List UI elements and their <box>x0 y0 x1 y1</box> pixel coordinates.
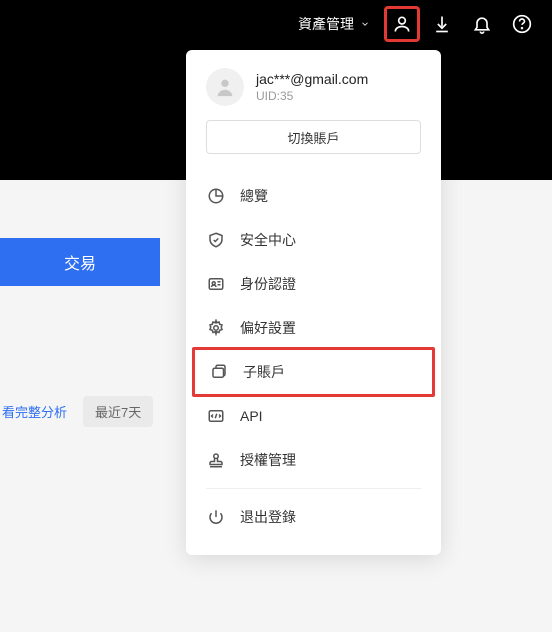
menu-logout[interactable]: 退出登錄 <box>186 495 441 539</box>
user-dropdown: jac***@gmail.com UID:35 切換賬戶 總覽 安全中心 身份認… <box>186 50 441 555</box>
gear-icon <box>206 318 226 338</box>
help-icon-button[interactable] <box>504 6 540 42</box>
asset-management-dropdown[interactable]: 資產管理 <box>288 8 380 40</box>
avatar-icon <box>214 76 236 98</box>
menu-identity[interactable]: 身份認證 <box>186 262 441 306</box>
trade-label: 交易 <box>64 250 96 274</box>
shield-icon <box>206 230 226 250</box>
chevron-down-icon <box>360 19 370 29</box>
user-icon-button[interactable] <box>384 6 420 42</box>
help-icon <box>512 14 532 34</box>
menu-list: 總覽 安全中心 身份認證 偏好設置 子賬戶 <box>186 166 441 547</box>
api-icon <box>206 406 226 426</box>
menu-preferences-label: 偏好設置 <box>240 318 296 338</box>
menu-security[interactable]: 安全中心 <box>186 218 441 262</box>
trade-button[interactable]: 交易 <box>0 238 160 286</box>
user-icon <box>392 14 412 34</box>
asset-management-label: 資產管理 <box>298 14 354 34</box>
pie-icon <box>206 186 226 206</box>
subaccount-icon <box>209 362 229 382</box>
menu-auth-mgmt[interactable]: 授權管理 <box>186 438 441 482</box>
menu-logout-label: 退出登錄 <box>240 507 296 527</box>
menu-subaccount[interactable]: 子賬戶 <box>192 347 435 397</box>
top-bar: 資產管理 <box>0 0 552 48</box>
menu-overview[interactable]: 總覽 <box>186 174 441 218</box>
menu-auth-mgmt-label: 授權管理 <box>240 450 296 470</box>
menu-subaccount-label: 子賬戶 <box>243 362 285 382</box>
bell-icon <box>472 14 492 34</box>
id-card-icon <box>206 274 226 294</box>
avatar <box>206 68 244 106</box>
menu-divider <box>206 488 421 489</box>
download-icon <box>432 14 452 34</box>
menu-identity-label: 身份認證 <box>240 274 296 294</box>
menu-api-label: API <box>240 408 263 424</box>
menu-api[interactable]: API <box>186 394 441 438</box>
notification-icon-button[interactable] <box>464 6 500 42</box>
stamp-icon <box>206 450 226 470</box>
user-uid: UID:35 <box>256 89 368 103</box>
menu-security-label: 安全中心 <box>240 230 296 250</box>
user-info: jac***@gmail.com UID:35 <box>256 71 368 103</box>
download-icon-button[interactable] <box>424 6 460 42</box>
user-email: jac***@gmail.com <box>256 71 368 87</box>
power-icon <box>206 507 226 527</box>
menu-overview-label: 總覽 <box>240 186 268 206</box>
full-analysis-link[interactable]: 看完整分析 <box>2 402 67 421</box>
recent-7days-pill[interactable]: 最近7天 <box>83 396 153 427</box>
user-info-row: jac***@gmail.com UID:35 <box>186 68 441 120</box>
switch-account-label: 切換賬戶 <box>287 128 339 147</box>
menu-preferences[interactable]: 偏好設置 <box>186 306 441 350</box>
switch-account-button[interactable]: 切換賬戶 <box>206 120 421 154</box>
